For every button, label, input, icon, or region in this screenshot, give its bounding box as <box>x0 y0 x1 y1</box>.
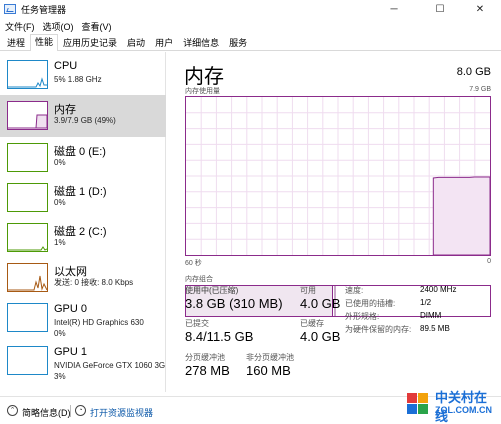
window-title: 任务管理器 <box>21 4 67 15</box>
tab-services[interactable]: 服务 <box>224 35 252 50</box>
gpu-usage: 3% <box>54 372 66 381</box>
in-use-value: 3.8 GB (310 MB) <box>185 296 283 311</box>
speed-key: 速度: <box>345 286 364 295</box>
close-button[interactable]: ✕ <box>465 0 495 18</box>
resource-name: GPU 1 <box>54 346 88 358</box>
usage-graph-svg <box>186 97 491 256</box>
nonpaged-pool-value: 160 MB <box>246 363 291 378</box>
page-title: 内存 <box>184 66 224 88</box>
cpu-thumbnail <box>7 60 48 89</box>
resource-item-disk2[interactable]: 磁盘 2 (C:) 1% <box>0 217 166 259</box>
memory-usage-area <box>432 176 491 256</box>
task-manager-icon <box>4 4 16 14</box>
memory-total: 8.0 GB <box>456 66 491 78</box>
resource-item-disk0[interactable]: 磁盘 0 (E:) 0% <box>0 137 166 179</box>
speed-value: 2400 MHz <box>420 285 457 294</box>
resource-detail: 3.9/7.9 GB (49%) <box>54 116 116 125</box>
nonpaged-pool-label: 非分页缓冲池 <box>246 353 294 362</box>
paged-pool-value: 278 MB <box>185 363 230 378</box>
committed-label: 已提交 <box>185 319 209 328</box>
resource-detail: NVIDIA GeForce GTX 1060 3G 3% <box>54 360 165 382</box>
menu-bar: 文件(F) 选项(O) 查看(V) <box>0 18 501 34</box>
resource-item-ethernet[interactable]: 以太网 发送: 0 接收: 8.0 Kbps <box>0 257 166 299</box>
form-factor-value: DIMM <box>420 311 442 320</box>
committed-value: 8.4/11.5 GB <box>185 329 254 344</box>
memory-thumbnail <box>7 101 48 130</box>
slots-value: 1/2 <box>420 298 432 307</box>
usage-graph-max: 7.9 GB <box>469 86 491 93</box>
open-resource-monitor-link[interactable]: 打开资源监视器 <box>90 406 153 419</box>
resource-item-gpu1[interactable]: GPU 1 NVIDIA GeForce GTX 1060 3G 3% <box>0 340 166 382</box>
graph-time-right: 0 <box>487 258 491 265</box>
resource-item-gpu0[interactable]: GPU 0 Intel(R) HD Graphics 630 0% <box>0 297 166 339</box>
composition-label: 内存组合 <box>185 276 213 283</box>
available-value: 4.0 GB <box>300 296 341 311</box>
resource-item-cpu[interactable]: CPU 5% 1.88 GHz <box>0 54 166 96</box>
gpu-model: Intel(R) HD Graphics 630 <box>54 318 144 327</box>
gpu-model: NVIDIA GeForce GTX 1060 3G <box>54 361 166 370</box>
resource-detail: 1% <box>54 238 66 247</box>
gpu0-thumbnail <box>7 303 48 332</box>
tab-startup[interactable]: 启动 <box>122 35 150 50</box>
form-factor-key: 外形规格: <box>345 312 380 321</box>
usage-graph-label: 内存使用量 <box>185 88 220 95</box>
fewer-details-link[interactable]: 简略信息(D) <box>22 406 71 419</box>
menu-options[interactable]: 选项(O) <box>43 20 74 33</box>
resource-detail: 5% 1.88 GHz <box>54 75 102 84</box>
cached-value: 4.0 GB <box>300 329 341 344</box>
zol-logo-icon <box>407 393 428 414</box>
resource-detail: 0% <box>54 158 66 167</box>
menu-file[interactable]: 文件(F) <box>5 20 35 33</box>
resource-item-memory[interactable]: 内存 3.9/7.9 GB (49%) <box>0 95 166 137</box>
chevron-up-icon[interactable]: ⌃ <box>7 405 18 416</box>
disk0-thumbnail <box>7 143 48 172</box>
menu-view[interactable]: 查看(V) <box>82 20 112 33</box>
cached-label: 已缓存 <box>300 319 324 328</box>
resource-list: CPU 5% 1.88 GHz 内存 3.9/7.9 GB (49%) 磁盘 0… <box>0 52 166 392</box>
paged-pool-label: 分页缓冲池 <box>185 353 225 362</box>
tab-app-history[interactable]: 应用历史记录 <box>58 35 122 50</box>
in-use-label-text: 使用中(已压缩) <box>185 286 239 295</box>
resource-monitor-icon[interactable]: ◔ <box>75 405 86 416</box>
minimize-button[interactable]: ─ <box>379 0 409 18</box>
memory-usage-graph <box>185 96 491 256</box>
tab-processes[interactable]: 进程 <box>2 35 30 50</box>
watermark: 中关村在线 ZOL.COM.CN <box>405 387 495 424</box>
resource-detail: 0% <box>54 198 66 207</box>
resource-name: CPU <box>54 60 78 72</box>
disk1-thumbnail <box>7 183 48 212</box>
slots-key: 已使用的插槽: <box>345 299 396 308</box>
reserved-key: 为硬件保留的内存: <box>345 325 412 334</box>
resource-detail: Intel(R) HD Graphics 630 0% <box>54 317 144 339</box>
tab-bar: 进程 性能 应用历史记录 启动 用户 详细信息 服务 <box>0 34 501 51</box>
gpu1-thumbnail <box>7 346 48 375</box>
tab-details[interactable]: 详细信息 <box>178 35 224 50</box>
disk2-thumbnail <box>7 223 48 252</box>
available-label: 可用 <box>300 286 316 295</box>
maximize-button[interactable]: ☐ <box>425 0 455 18</box>
resource-name: GPU 0 <box>54 303 88 315</box>
tab-performance[interactable]: 性能 <box>30 34 59 51</box>
resource-item-disk1[interactable]: 磁盘 1 (D:) 0% <box>0 177 166 219</box>
ethernet-thumbnail <box>7 263 48 292</box>
graph-time-left: 60 秒 <box>185 260 202 267</box>
tab-users[interactable]: 用户 <box>150 35 178 50</box>
resource-detail: 发送: 0 接收: 8.0 Kbps <box>54 278 134 287</box>
watermark-url: ZOL.COM.CN <box>435 405 492 415</box>
footer-divider <box>70 405 71 417</box>
reserved-value: 89.5 MB <box>420 324 450 333</box>
gpu-usage: 0% <box>54 329 66 338</box>
